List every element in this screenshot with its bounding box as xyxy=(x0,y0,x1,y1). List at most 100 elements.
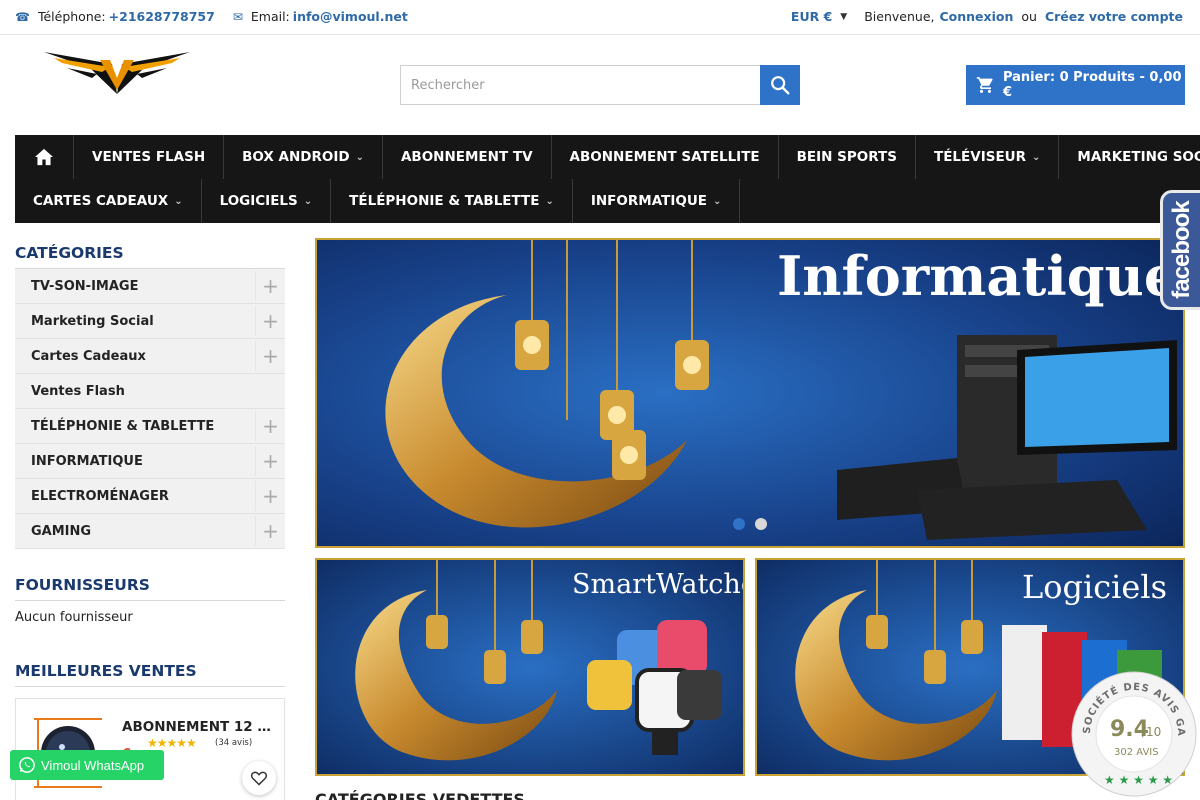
category-item[interactable]: GAMING + xyxy=(15,514,285,549)
login-link[interactable]: Connexion xyxy=(939,9,1013,24)
badge-out-of: /10 xyxy=(1142,725,1161,739)
category-label: Cartes Cadeaux xyxy=(31,348,146,364)
chevron-down-icon: ⌄ xyxy=(545,195,554,207)
cart-button[interactable]: Panier: 0 Produits - 0,00 € xyxy=(966,65,1185,105)
rating-stars: ★★★★★ xyxy=(147,736,197,750)
nav-item-label: TÉLÉPHONIE & TABLETTE xyxy=(349,193,540,209)
account-area: EUR € ▼ Bienvenue, Connexion ou Créez vo… xyxy=(791,9,1183,24)
nav-item-label: BOX ANDROID xyxy=(242,149,350,165)
nav-row-1: VENTES FLASH BOX ANDROID ⌄ ABONNEMENT TV … xyxy=(15,135,1200,179)
slider-banner-image: Informatique xyxy=(317,240,1183,546)
nav-item-label: ABONNEMENT SATELLITE xyxy=(569,149,760,165)
whatsapp-button[interactable]: Vimoul WhatsApp xyxy=(10,750,164,780)
category-label: GAMING xyxy=(31,523,92,539)
plus-icon[interactable]: + xyxy=(255,341,285,371)
badge-stars: ★ ★ ★ ★ ★ xyxy=(1104,773,1173,787)
nav-item-logiciels[interactable]: LOGICIELS ⌄ xyxy=(202,179,332,223)
nav-item-informatique[interactable]: INFORMATIQUE ⌄ xyxy=(573,179,741,223)
suppliers-title: FOURNISSEURS xyxy=(15,576,285,601)
top-bar: ☎ Téléphone: +21628778757 ✉ Email: info@… xyxy=(0,0,1200,35)
nav-home[interactable] xyxy=(15,135,74,179)
category-label: Marketing Social xyxy=(31,313,154,329)
search-button[interactable] xyxy=(760,65,800,105)
slider-dot-2[interactable] xyxy=(755,518,767,530)
plus-icon[interactable]: + xyxy=(255,306,285,336)
wishlist-button[interactable] xyxy=(242,761,276,795)
slider-title: Informatique xyxy=(777,244,1178,308)
reviews-badge-graphic: SOCIÉTÉ DES AVIS GARANTIS 9.4 /10 302 AV… xyxy=(1065,662,1197,797)
plus-icon[interactable]: + xyxy=(255,516,285,546)
plus-icon[interactable]: + xyxy=(255,481,285,511)
category-item[interactable]: INFORMATIQUE + xyxy=(15,444,285,479)
product-name[interactable]: ABONNEMENT 12 MOIS xyxy=(122,719,280,735)
email-link[interactable]: info@vimoul.net xyxy=(293,9,408,24)
heart-icon xyxy=(250,771,268,786)
plus-icon[interactable]: + xyxy=(255,271,285,301)
smartwatches-banner[interactable]: SmartWatches xyxy=(315,558,745,776)
nav-item-label: ABONNEMENT TV xyxy=(400,149,533,165)
badge-review-count: 302 AVIS xyxy=(1114,747,1159,758)
register-link[interactable]: Créez votre compte xyxy=(1045,9,1183,24)
review-count: (34 avis) xyxy=(215,738,253,748)
or-text: ou xyxy=(1021,9,1037,24)
nav-item-label: CARTES CADEAUX xyxy=(33,193,169,209)
category-item[interactable]: Marketing Social + xyxy=(15,304,285,339)
logiciels-title: Logiciels xyxy=(1022,568,1167,606)
nav-item-televiseur[interactable]: TÉLÉVISEUR ⌄ xyxy=(916,135,1060,179)
category-item[interactable]: TV-SON-IMAGE + xyxy=(15,269,285,304)
main-navigation: VENTES FLASH BOX ANDROID ⌄ ABONNEMENT TV … xyxy=(15,135,1200,223)
nav-item-box-android[interactable]: BOX ANDROID ⌄ xyxy=(224,135,383,179)
facebook-widget-tab[interactable]: facebook xyxy=(1160,190,1200,310)
plus-icon[interactable]: + xyxy=(255,446,285,476)
nav-item-cartes-cadeaux[interactable]: CARTES CADEAUX ⌄ xyxy=(15,179,202,223)
chevron-down-icon: ⌄ xyxy=(303,195,313,207)
category-label: TÉLÉPHONIE & TABLETTE xyxy=(31,418,215,434)
category-item[interactable]: TÉLÉPHONIE & TABLETTE + xyxy=(15,409,285,444)
category-label: ELECTROMÉNAGER xyxy=(31,488,169,504)
email-icon: ✉ xyxy=(232,9,243,24)
nav-item-abonnement-satellite[interactable]: ABONNEMENT SATELLITE xyxy=(552,135,779,179)
chevron-down-icon: ⌄ xyxy=(355,151,364,163)
slider-dot-1[interactable] xyxy=(733,518,745,530)
phone-icon: ☎ xyxy=(15,9,30,24)
categories-title: CATÉGORIES xyxy=(15,244,285,269)
phone-label: Téléphone: xyxy=(37,9,106,24)
currency-selector[interactable]: EUR € xyxy=(791,9,832,24)
shopping-cart-icon xyxy=(976,77,993,93)
reviews-badge[interactable]: SOCIÉTÉ DES AVIS GARANTIS 9.4 /10 302 AV… xyxy=(1065,662,1198,798)
nav-item-label: VENTES FLASH xyxy=(92,149,206,165)
nav-item-label: MARKETING SOCIAL xyxy=(1077,149,1200,165)
bestsellers-title: MEILLEURES VENTES xyxy=(15,662,285,687)
nav-row-2: CARTES CADEAUX ⌄ LOGICIELS ⌄ TÉLÉPHONIE & … xyxy=(15,179,741,223)
category-item[interactable]: Cartes Cadeaux + xyxy=(15,339,285,374)
search-input[interactable] xyxy=(400,65,760,105)
welcome-text: Bienvenue, xyxy=(864,9,935,24)
search-icon xyxy=(771,76,790,95)
nav-item-abonnement-tv[interactable]: ABONNEMENT TV xyxy=(383,135,552,179)
nav-item-label: TÉLÉVISEUR xyxy=(934,149,1027,165)
main-slider[interactable]: Informatique xyxy=(315,238,1185,548)
logo-emblem xyxy=(44,52,190,94)
category-label: INFORMATIQUE xyxy=(31,453,143,469)
phone-link[interactable]: +21628778757 xyxy=(109,9,215,24)
nav-item-bein-sports[interactable]: BEIN SPORTS xyxy=(779,135,916,179)
facebook-label: facebook xyxy=(1167,201,1195,299)
smartwatches-title: SmartWatches xyxy=(572,569,743,600)
bestseller-card[interactable]: ABONNEMENT 12 MOIS ★★★★★ (34 avis) € xyxy=(15,698,285,800)
site-logo[interactable] xyxy=(42,46,192,96)
nav-item-telephonie-tablette[interactable]: TÉLÉPHONIE & TABLETTE ⌄ xyxy=(331,179,573,223)
category-label: TV-SON-IMAGE xyxy=(31,278,139,294)
nav-item-marketing-social[interactable]: MARKETING SOCIAL⌄ xyxy=(1059,135,1200,179)
search-bar xyxy=(400,65,800,105)
nav-item-ventes-flash[interactable]: VENTES FLASH xyxy=(74,135,225,179)
chevron-down-icon: ⌄ xyxy=(713,195,722,207)
plus-icon[interactable]: + xyxy=(255,411,285,441)
cart-label: Panier: 0 Produits - 0,00 € xyxy=(1002,70,1182,100)
contact-info: ☎ Téléphone: +21628778757 ✉ Email: info@… xyxy=(15,9,426,24)
category-list: TV-SON-IMAGE + Marketing Social + Cartes C… xyxy=(15,269,285,549)
chevron-down-icon[interactable]: ▼ xyxy=(840,12,847,22)
category-item[interactable]: Ventes Flash xyxy=(15,374,285,409)
chevron-down-icon: ⌄ xyxy=(1032,151,1041,163)
category-item[interactable]: ELECTROMÉNAGER + xyxy=(15,479,285,514)
nav-item-label: LOGICIELS xyxy=(219,193,298,209)
